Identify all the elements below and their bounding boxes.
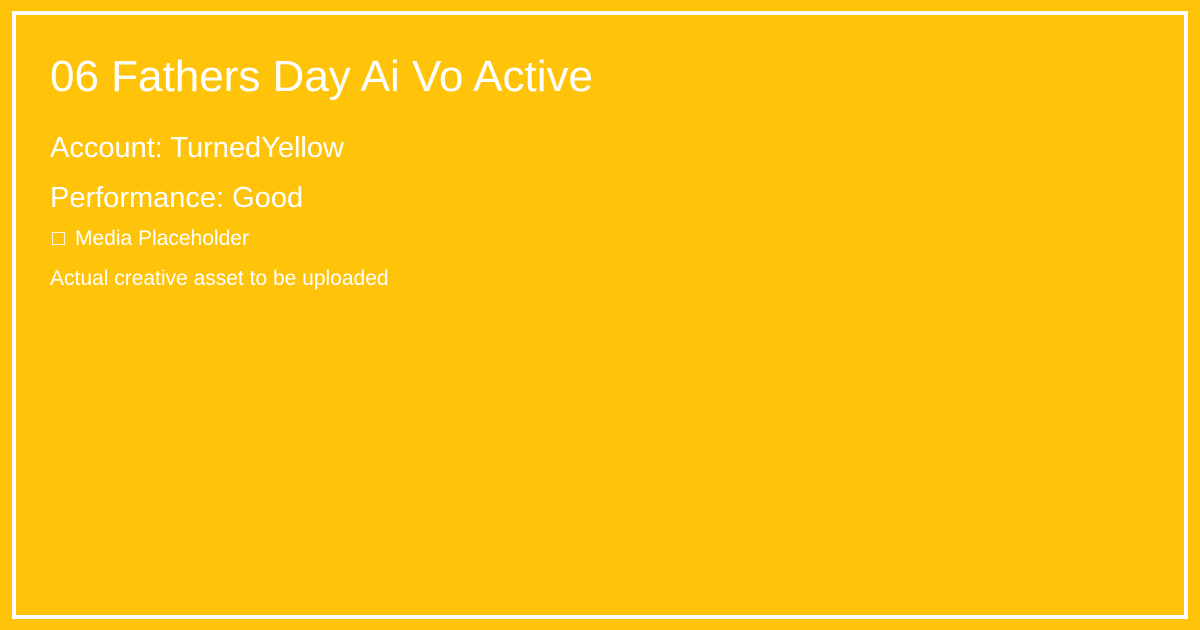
media-placeholder: Media Placeholder [50, 227, 1150, 251]
media-placeholder-icon [52, 232, 65, 245]
card-content: 06 Fathers Day Ai Vo Active Account: Tur… [50, 52, 1150, 291]
creative-card: 06 Fathers Day Ai Vo Active Account: Tur… [0, 0, 1200, 630]
upload-note: Actual creative asset to be uploaded [50, 267, 389, 290]
media-placeholder-label: Media Placeholder [75, 227, 249, 250]
account-line: Account: TurnedYellow [50, 132, 344, 164]
creative-title: 06 Fathers Day Ai Vo Active [50, 52, 593, 101]
performance-line: Performance: Good [50, 182, 304, 214]
